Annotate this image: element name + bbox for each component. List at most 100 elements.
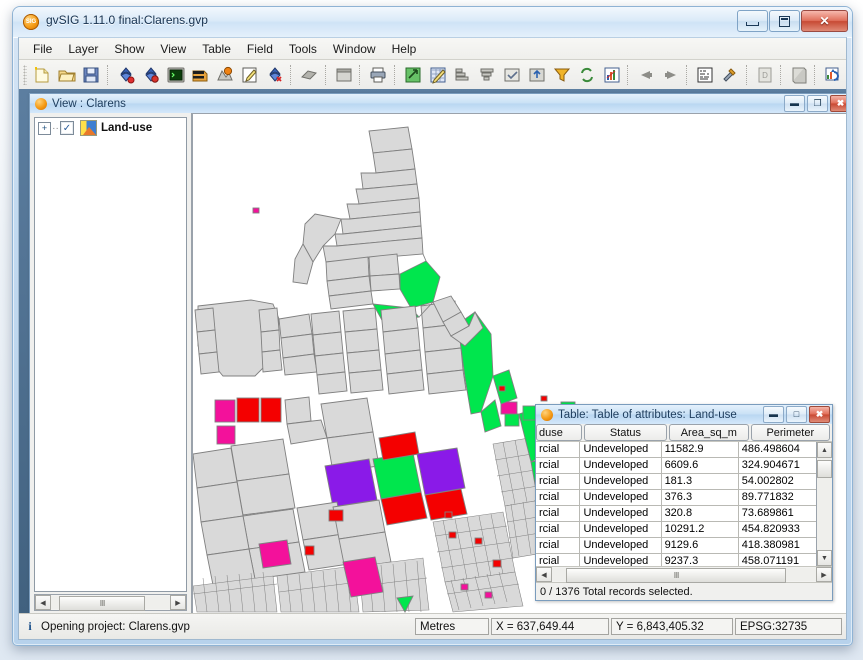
- cell-area[interactable]: 181.3: [661, 474, 739, 490]
- layer-tree[interactable]: + ·· ✓ Land-use: [34, 117, 187, 592]
- toc-horizontal-scrollbar[interactable]: ◀ ‖‖ ▶: [34, 594, 187, 611]
- table-vertical-scrollbar[interactable]: ▲ ▼: [816, 442, 832, 566]
- menu-show[interactable]: Show: [106, 39, 152, 59]
- new-project-icon[interactable]: [30, 62, 53, 88]
- next-view-icon[interactable]: [659, 62, 682, 88]
- cell-area[interactable]: 10291.2: [661, 522, 739, 538]
- layer-visibility-checkbox[interactable]: ✓: [60, 121, 74, 135]
- tools-icon[interactable]: [719, 62, 742, 88]
- document-properties-icon[interactable]: D: [753, 62, 776, 88]
- table-row[interactable]: rcial Undeveloped 181.3 54.002802: [536, 474, 816, 490]
- statistics-icon[interactable]: [451, 62, 474, 88]
- column-header-perimeter[interactable]: Perimeter: [750, 424, 830, 441]
- cell-landuse[interactable]: rcial: [536, 474, 581, 490]
- table-row[interactable]: rcial Undeveloped 9237.3 458.071191: [536, 554, 816, 566]
- menu-table[interactable]: Table: [194, 39, 239, 59]
- table-row[interactable]: rcial Undeveloped 320.8 73.689861: [536, 506, 816, 522]
- table-window-titlebar[interactable]: Table: Table of attributes: Land-use ▬ □…: [536, 405, 832, 425]
- menu-help[interactable]: Help: [384, 39, 425, 59]
- cell-status[interactable]: Undeveloped: [580, 458, 662, 474]
- view-minimize-button[interactable]: ▬: [784, 95, 805, 112]
- close-button[interactable]: ✕: [801, 10, 848, 32]
- cell-status[interactable]: Undeveloped: [580, 506, 662, 522]
- cell-perimeter[interactable]: 73.689861: [738, 506, 816, 522]
- table-row[interactable]: rcial Undeveloped 376.3 89.771832: [536, 490, 816, 506]
- toolbar-grip[interactable]: [23, 64, 28, 85]
- view-window-icon[interactable]: [332, 62, 355, 88]
- cell-landuse[interactable]: rcial: [536, 442, 581, 458]
- scroll-right-arrow-icon[interactable]: ▶: [816, 567, 832, 582]
- view-restore-button[interactable]: ❐: [807, 95, 828, 112]
- scroll-right-arrow-icon[interactable]: ▶: [170, 595, 186, 610]
- cell-area[interactable]: 320.8: [661, 506, 739, 522]
- pan-hand-icon[interactable]: [298, 62, 321, 88]
- move-selection-up-icon[interactable]: [526, 62, 549, 88]
- export-table-icon[interactable]: [401, 62, 424, 88]
- sort-descending-icon[interactable]: [476, 62, 499, 88]
- cell-area[interactable]: 11582.9: [661, 442, 739, 458]
- column-header-landuse[interactable]: duse: [536, 424, 582, 441]
- menu-window[interactable]: Window: [325, 39, 384, 59]
- minimize-button[interactable]: [737, 10, 768, 32]
- table-restore-button[interactable]: □: [786, 406, 807, 423]
- menu-tools[interactable]: Tools: [281, 39, 325, 59]
- cell-status[interactable]: Undeveloped: [580, 538, 662, 554]
- table-row[interactable]: rcial Undeveloped 11582.9 486.498604: [536, 442, 816, 458]
- edit-layer-icon[interactable]: [239, 62, 262, 88]
- cell-area[interactable]: 376.3: [661, 490, 739, 506]
- cell-perimeter[interactable]: 89.771832: [738, 490, 816, 506]
- menu-view[interactable]: View: [152, 39, 194, 59]
- print-icon[interactable]: [367, 62, 390, 88]
- cell-landuse[interactable]: rcial: [536, 554, 581, 566]
- chart-icon[interactable]: [600, 62, 623, 88]
- cell-landuse[interactable]: rcial: [536, 506, 581, 522]
- cell-landuse[interactable]: rcial: [536, 522, 581, 538]
- layer-properties-icon[interactable]: [139, 62, 162, 88]
- cell-perimeter[interactable]: 324.904671: [738, 458, 816, 474]
- menu-field[interactable]: Field: [239, 39, 281, 59]
- cell-area[interactable]: 9237.3: [661, 554, 739, 566]
- scroll-left-arrow-icon[interactable]: ◀: [35, 595, 51, 610]
- cell-perimeter[interactable]: 54.002802: [738, 474, 816, 490]
- cell-status[interactable]: Undeveloped: [580, 522, 662, 538]
- cell-perimeter[interactable]: 418.380981: [738, 538, 816, 554]
- zoom-selection-icon[interactable]: [694, 62, 717, 88]
- filter-icon[interactable]: [550, 62, 573, 88]
- scroll-down-arrow-icon[interactable]: ▼: [817, 550, 832, 566]
- remove-layer-icon[interactable]: [264, 62, 287, 88]
- table-horizontal-scrollbar[interactable]: ◀ ‖‖ ▶: [536, 566, 832, 583]
- refresh-view-icon[interactable]: [822, 62, 845, 88]
- table-row[interactable]: rcial Undeveloped 6609.6 324.904671: [536, 458, 816, 474]
- layout-icon[interactable]: [788, 62, 811, 88]
- previous-view-icon[interactable]: [635, 62, 658, 88]
- cell-area[interactable]: 9129.6: [661, 538, 739, 554]
- cell-landuse[interactable]: rcial: [536, 458, 581, 474]
- maximize-button[interactable]: [769, 10, 800, 32]
- cell-status[interactable]: Undeveloped: [580, 474, 662, 490]
- table-minimize-button[interactable]: ▬: [763, 406, 784, 423]
- scroll-left-arrow-icon[interactable]: ◀: [536, 567, 552, 582]
- hscroll-thumb[interactable]: ‖‖: [566, 568, 786, 583]
- cell-area[interactable]: 6609.6: [661, 458, 739, 474]
- save-project-icon[interactable]: [80, 62, 103, 88]
- view-close-button[interactable]: ✖: [830, 95, 846, 112]
- view-window-titlebar[interactable]: View : Clarens ▬ ❐ ✖: [30, 94, 846, 114]
- cell-perimeter[interactable]: 458.071191: [738, 554, 816, 566]
- layer-tree-item-land-use[interactable]: + ·· ✓ Land-use: [35, 118, 186, 138]
- table-row[interactable]: rcial Undeveloped 9129.6 418.380981: [536, 538, 816, 554]
- column-header-status[interactable]: Status: [583, 424, 668, 441]
- database-icon[interactable]: [189, 62, 212, 88]
- table-rows[interactable]: rcial Undeveloped 11582.9 486.498604 rci…: [536, 442, 816, 566]
- toc-scroll-thumb[interactable]: ‖‖: [59, 596, 145, 611]
- add-layer-icon[interactable]: [114, 62, 137, 88]
- cell-perimeter[interactable]: 454.820933: [738, 522, 816, 538]
- vscroll-track[interactable]: [817, 458, 832, 550]
- cell-status[interactable]: Undeveloped: [580, 442, 662, 458]
- geoprocess-icon[interactable]: [214, 62, 237, 88]
- hscroll-track[interactable]: ‖‖: [552, 568, 816, 583]
- cell-perimeter[interactable]: 486.498604: [738, 442, 816, 458]
- cell-landuse[interactable]: rcial: [536, 538, 581, 554]
- cell-status[interactable]: Undeveloped: [580, 490, 662, 506]
- column-header-area-sq-m[interactable]: Area_sq_m: [669, 424, 749, 441]
- expand-icon[interactable]: +: [38, 121, 51, 135]
